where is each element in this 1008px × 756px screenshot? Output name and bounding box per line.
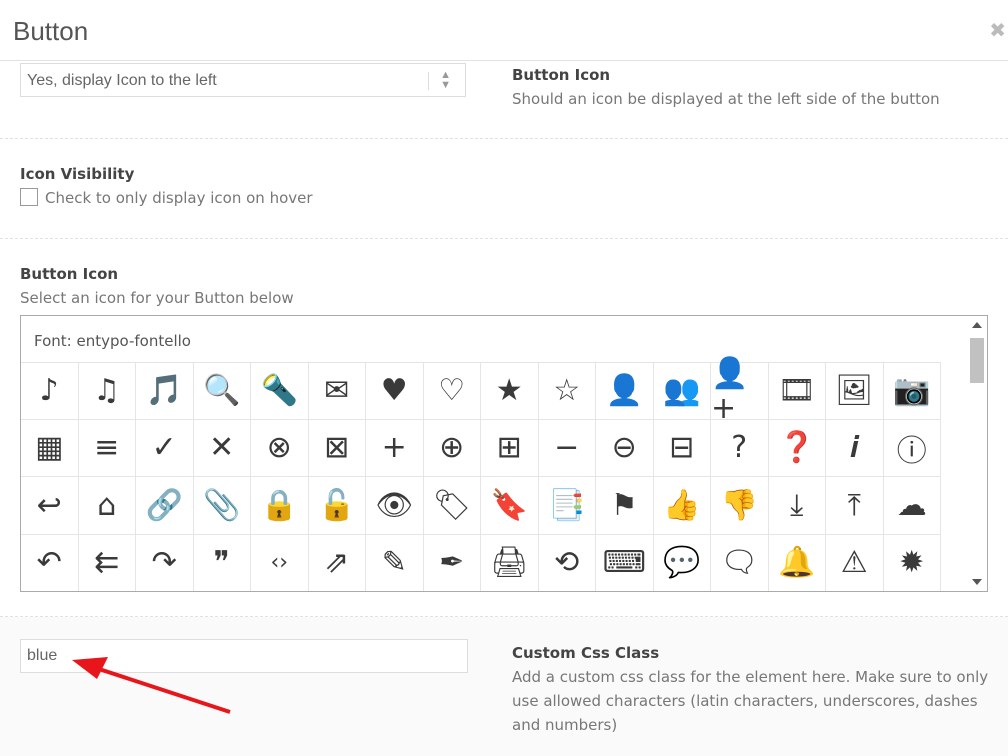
camera-icon[interactable]: 📷	[883, 362, 941, 420]
minus-square-icon[interactable]: ⊟	[653, 419, 711, 477]
help-circle-icon[interactable]: ❓	[768, 419, 826, 477]
scroll-up-icon[interactable]	[972, 322, 982, 328]
print-icon[interactable]: 🖨	[481, 534, 539, 591]
video-icon[interactable]: 🎞	[768, 362, 826, 420]
tag-icon[interactable]: 🏷	[423, 477, 481, 535]
custom-css-description: Add a custom css class for the element h…	[512, 668, 989, 734]
icon-visibility-label: Icon Visibility	[20, 165, 135, 183]
custom-css-input[interactable]	[20, 639, 468, 673]
reply-all-icon[interactable]: ⇇	[79, 534, 136, 591]
upload-cloud-icon[interactable]: ☁	[883, 477, 941, 535]
select-divider	[428, 72, 429, 90]
icon-position-select[interactable]: Yes, display Icon to the left ▲ ▼	[20, 63, 466, 97]
font-label: Font: entypo-fontello	[34, 332, 191, 350]
custom-css-label: Custom Css Class	[512, 644, 660, 662]
note-icon[interactable]: ♪	[21, 362, 79, 420]
info-circle-icon[interactable]: ⓘ	[883, 419, 941, 477]
star-outline-icon[interactable]: ☆	[538, 362, 596, 420]
modal-header: Button ✖	[0, 0, 1008, 61]
attention-icon[interactable]: ⚠	[826, 534, 884, 591]
icon-position-description: Should an icon be displayed at the left …	[512, 90, 940, 108]
select-arrows-icon: ▲ ▼	[440, 69, 451, 91]
search-icon[interactable]: 🔍	[193, 362, 251, 420]
list-icon[interactable]: ≡	[78, 419, 136, 477]
flashlight-icon[interactable]: 🔦	[251, 362, 309, 420]
reply-icon[interactable]: ↶	[21, 534, 79, 591]
picture-icon[interactable]: 🖼	[826, 362, 884, 420]
upload-icon[interactable]: ⤒	[826, 477, 884, 535]
keyboard-icon[interactable]: ⌨	[596, 534, 654, 591]
info-icon[interactable]: 𝒊	[826, 419, 884, 477]
lock-open-icon[interactable]: 🔓	[308, 477, 366, 535]
thumbs-down-icon[interactable]: 👎	[711, 477, 769, 535]
home-icon[interactable]: ⌂	[78, 477, 136, 535]
close-icon[interactable]: ✖	[989, 18, 1006, 43]
pencil-icon[interactable]: ✎	[366, 534, 424, 591]
music-icon[interactable]: ♫	[78, 362, 136, 420]
flag-icon[interactable]: ⚑	[596, 477, 654, 535]
check-icon[interactable]: ✓	[136, 419, 194, 477]
custom-css-section: Custom Css Class Add a custom css class …	[0, 617, 1008, 756]
icon-scrollbar[interactable]	[967, 316, 987, 591]
plus-square-icon[interactable]: ⊞	[481, 419, 539, 477]
cancel-icon[interactable]: ✕	[193, 419, 251, 477]
alert-icon[interactable]: ✹	[884, 534, 941, 591]
scroll-thumb[interactable]	[970, 338, 984, 383]
users-icon[interactable]: 👥	[653, 362, 711, 420]
plus-circle-icon[interactable]: ⊕	[423, 419, 481, 477]
hover-only-checkbox-label[interactable]: Check to only display icon on hover	[45, 186, 313, 210]
eye-icon[interactable]: 👁	[366, 477, 424, 535]
minus-icon[interactable]: −	[538, 419, 596, 477]
export-icon[interactable]: ⇗	[309, 534, 366, 591]
cancel-circle-icon[interactable]: ⊗	[251, 419, 309, 477]
lock-icon[interactable]: 🔒	[251, 477, 309, 535]
icon-visibility-section: Icon Visibility Check to only display ic…	[0, 139, 1008, 239]
music-file-icon[interactable]: 🎵	[136, 362, 194, 420]
back-icon[interactable]: ↩	[21, 477, 79, 535]
hover-only-checkbox[interactable]	[20, 188, 38, 206]
icon-picker-description: Select an icon for your Button below	[20, 289, 294, 307]
heart-icon[interactable]: ♥	[366, 362, 424, 420]
heart-outline-icon[interactable]: ♡	[423, 362, 481, 420]
icon-position-section: Yes, display Icon to the left ▲ ▼ Button …	[0, 61, 1008, 139]
forward-icon[interactable]: ↷	[136, 534, 194, 591]
bell-icon[interactable]: 🔔	[769, 534, 826, 591]
help-icon[interactable]: ?	[711, 419, 769, 477]
quote-icon[interactable]: ❞	[194, 534, 251, 591]
add-user-icon[interactable]: 👤+	[711, 356, 769, 426]
minus-circle-icon[interactable]: ⊖	[596, 419, 654, 477]
cancel-square-icon[interactable]: ⊠	[308, 419, 366, 477]
chat-icon[interactable]: 🗨	[711, 534, 769, 591]
code-icon[interactable]: ‹›	[251, 534, 309, 591]
scroll-down-icon[interactable]	[972, 579, 982, 585]
link-icon[interactable]: 🔗	[136, 477, 194, 535]
download-icon[interactable]: ⤓	[768, 477, 826, 535]
star-icon[interactable]: ★	[481, 362, 539, 420]
bookmark-icon[interactable]: 🔖	[481, 477, 539, 535]
icon-picker-label: Button Icon	[20, 265, 119, 283]
attach-icon[interactable]: 📎	[193, 477, 251, 535]
bookmarks-icon[interactable]: 📑	[538, 477, 596, 535]
select-value: Yes, display Icon to the left	[27, 72, 217, 89]
thumbs-up-icon[interactable]: 👍	[653, 477, 711, 535]
retweet-icon[interactable]: ⟲	[539, 534, 596, 591]
icon-grid: ♪ ♫ 🎵 🔍 🔦 ✉ ♥ ♡ ★ ☆ 👤 👥 👤+ 🎞 🖼 📷 ▦ ≡ ✓ ✕ ⊗ ⊠ + ⊕ ⊞ − ⊖ ⊟? ❓ 𝒊 ⓘ ↩ ⌂ 🔗 📎 🔒 🔓 👁…	[21, 356, 941, 591]
user-icon[interactable]: 👤	[596, 362, 654, 420]
mail-icon[interactable]: ✉	[308, 362, 366, 420]
plus-icon[interactable]: +	[366, 419, 424, 477]
modal-title: Button	[13, 16, 89, 46]
comment-icon[interactable]: 💬	[654, 534, 711, 591]
feather-icon[interactable]: ✒	[424, 534, 481, 591]
icon-position-label: Button Icon	[512, 66, 611, 84]
grid-icon[interactable]: ▦	[21, 419, 79, 477]
icon-picker-box: Font: entypo-fontello ♪ ♫ 🎵 🔍 🔦 ✉ ♥ ♡ ★ ☆ 👤 👥 👤+ 🎞 🖼 📷 ▦…	[20, 315, 988, 592]
